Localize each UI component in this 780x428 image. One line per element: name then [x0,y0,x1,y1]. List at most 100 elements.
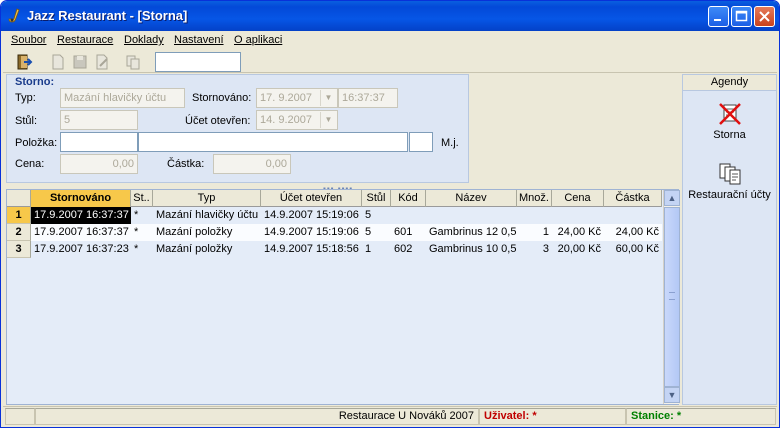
sidebar-title: Agendy [683,75,776,91]
table-row[interactable]: 1 17.9.2007 16:37:37 * Mazání hlavičky ú… [7,207,662,224]
maximize-icon [735,10,748,22]
menu-bar: Soubor Restaurace Doklady Nastavení O ap… [3,31,777,51]
cell-kod: 602 [394,243,413,255]
polozka-name-field[interactable] [138,132,408,152]
castka-label: Částka: [167,158,205,170]
scroll-thumb[interactable] [664,207,680,387]
stornovano-time-field[interactable]: 16:37:37 [338,88,398,108]
status-station: Stanice: * [626,408,776,425]
column-header-stul[interactable]: Stůl [362,190,391,207]
cell-st: * [134,209,139,221]
column-header-typ[interactable]: Typ [153,190,261,207]
stornovano-date-field[interactable]: 17. 9.2007 ▼ [256,88,338,108]
chevron-down-icon[interactable]: ▼ [320,112,336,128]
new-document-icon[interactable] [49,53,67,71]
saxophone-icon [8,8,20,23]
polozka-label: Položka: [15,137,58,149]
receipts-icon [719,163,740,185]
cell-stornovano: 17.9.2007 16:37:23 [34,243,129,255]
cell-cena [552,207,604,224]
cell-ucet-otevren: 14.9.2007 15:18:56 [264,243,359,255]
cell-st: * [134,226,139,238]
table-row[interactable]: 3 17.9.2007 16:37:23 * Mazání položky 14… [7,241,662,258]
column-header-ucet-otevren[interactable]: Účet otevřen [261,190,362,207]
menu-nastaveni[interactable]: Nastavení [174,34,224,46]
column-header-stornovano[interactable]: Stornováno [31,190,131,207]
toolbar-search-input[interactable] [155,52,241,72]
cell-ucet-otevren: 14.9.2007 15:19:06 [264,209,359,221]
status-station-label: Stanice: [631,410,674,422]
column-header-st[interactable]: St.. [131,190,153,207]
status-restaurant: Restaurace U Nováků 2007 [35,408,479,425]
minimize-icon [714,19,721,21]
column-header-kod[interactable]: Kód [391,190,426,207]
cena-label: Cena: [15,158,45,170]
row-number: 3 [7,241,31,258]
minimize-button[interactable] [708,6,729,27]
menu-soubor[interactable]: Soubor [11,34,46,46]
menu-o-aplikaci[interactable]: O aplikaci [234,34,282,46]
menu-restaurace[interactable]: Restaurace [57,34,113,46]
ucet-otevren-date-value: 14. 9.2007 [260,114,312,126]
save-icon[interactable] [71,53,89,71]
cell-stul: 5 [365,209,372,221]
sidebar-item-restauracni-ucty[interactable]: Restaurační účty [683,161,776,201]
cell-castka [604,207,662,224]
column-header-mnoz[interactable]: Množ. [517,190,552,207]
cell-stul: 5 [365,226,372,238]
copy-icon[interactable] [124,53,142,71]
close-button[interactable] [754,6,775,27]
storno-icon [718,103,741,125]
sidebar-item-storna[interactable]: Storna [683,101,776,141]
vertical-scrollbar[interactable]: ▲ ▼ [663,190,680,404]
ucet-otevren-date-field[interactable]: 14. 9.2007 ▼ [256,110,338,130]
app-window: Jazz Restaurant - [Storna] Soubor Restau… [0,0,780,428]
stornovano-label: Stornováno: [192,92,252,104]
edit-document-icon[interactable] [93,53,111,71]
cell-mnoz: 1 [542,226,549,238]
scroll-down-icon[interactable]: ▼ [664,387,680,403]
maximize-button[interactable] [731,6,752,27]
stul-field[interactable]: 5 [60,110,138,130]
status-bar: Restaurace U Nováků 2007 Uživatel: * Sta… [3,406,777,425]
status-user-value: * [532,410,537,422]
title-bar[interactable]: Jazz Restaurant - [Storna] [1,1,779,31]
storno-table: Stornováno St.. Typ Účet otevřen Stůl Kó… [6,189,680,405]
cell-nazev [426,207,517,224]
column-header-castka[interactable]: Částka [604,190,662,207]
column-header-cena[interactable]: Cena [552,190,604,207]
polozka-code-field[interactable] [60,132,138,152]
window-title: Jazz Restaurant - [Storna] [27,8,188,23]
castka-field[interactable]: 0,00 [213,154,291,174]
status-user-label: Uživatel: [484,410,530,422]
sidebar-item-label: Storna [713,129,746,141]
status-user: Uživatel: * [479,408,626,425]
typ-label: Typ: [15,92,36,104]
cell-typ: Mazání položky [156,226,233,238]
cell-cena: 20,00 Kč [557,243,601,255]
mj-field[interactable] [409,132,433,152]
typ-field[interactable]: Mazání hlavičky účtu [60,88,185,108]
chevron-down-icon[interactable]: ▼ [320,90,336,106]
scroll-up-icon[interactable]: ▲ [664,190,680,206]
table-row[interactable]: 2 17.9.2007 16:37:37 * Mazání položky 14… [7,224,662,241]
stornovano-date-value: 17. 9.2007 [260,92,312,104]
row-number: 2 [7,224,31,241]
cell-castka: 24,00 Kč [615,226,659,238]
cena-field[interactable]: 0,00 [60,154,138,174]
cell-typ: Mazání hlavičky účtu [156,209,259,221]
cell-kod [391,207,426,224]
ucet-otevren-label: Účet otevřen: [185,115,251,127]
cell-stul: 1 [365,243,372,255]
cell-nazev: Gambrinus 10 0,5l [429,243,517,255]
agendy-sidebar: Agendy Storna Restaurační účty [682,74,777,405]
mj-label: M.j. [441,137,459,149]
storno-detail-panel: Storno: Typ: Mazání hlavičky účtu Storno… [6,74,469,183]
cell-kod: 601 [394,226,413,238]
status-cell-empty [5,408,35,425]
row-number: 1 [7,207,31,224]
grip-icon [669,292,675,300]
column-header-nazev[interactable]: Název [426,190,517,207]
menu-doklady[interactable]: Doklady [124,34,164,46]
exit-icon[interactable] [15,53,33,71]
